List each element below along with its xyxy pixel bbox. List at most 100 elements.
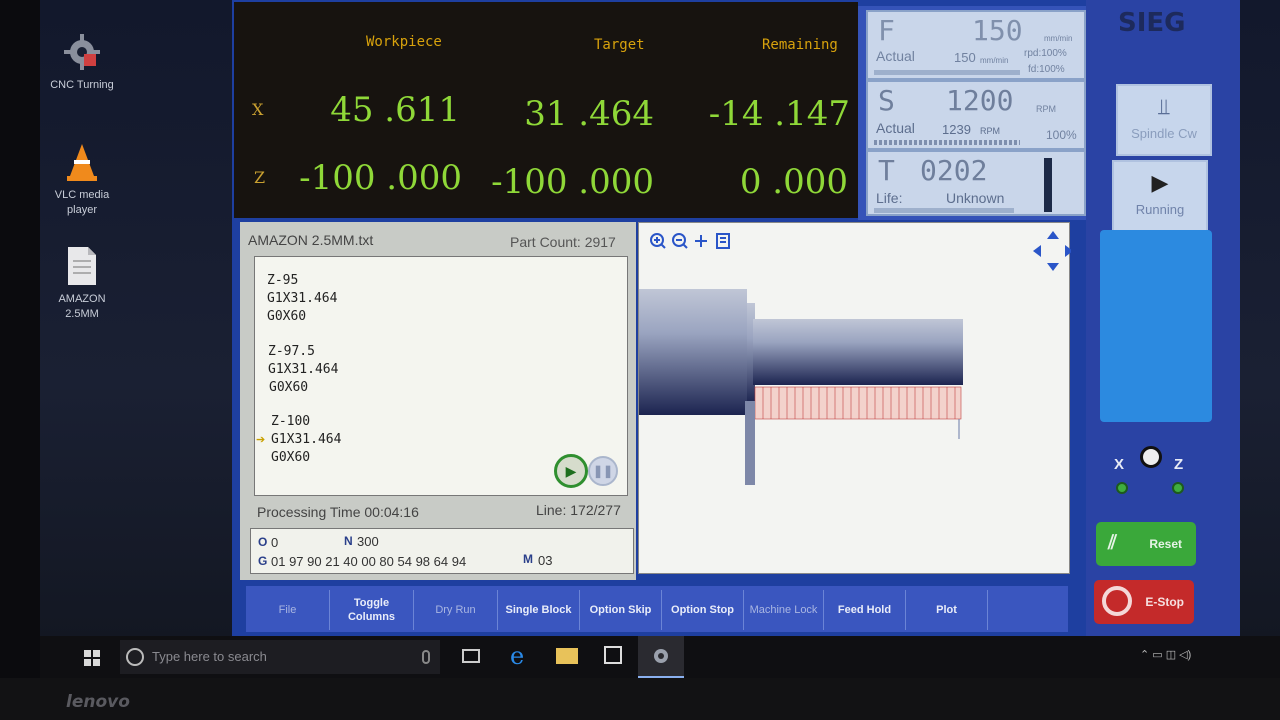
cnc-taskbar-button[interactable] — [638, 636, 684, 678]
search-box[interactable]: Type here to search — [120, 640, 440, 674]
windows-start-icon[interactable] — [84, 650, 100, 666]
spindle-letter: S — [878, 84, 895, 117]
m-label: M — [523, 552, 533, 566]
spindle-icon: ⫫ — [1157, 94, 1171, 119]
search-icon — [126, 648, 144, 666]
pan-icon — [695, 235, 707, 247]
feed-hold-button[interactable]: Feed Hold — [824, 590, 906, 630]
estop-icon — [1102, 586, 1132, 616]
dro-header-remaining: Remaining — [762, 37, 838, 53]
pause-icon: ❚❚ — [592, 464, 614, 478]
feed-box[interactable]: F 150 mm/min Actual 150 mm/min rpd:100% … — [866, 10, 1086, 80]
toggle-columns-button[interactable]: Toggle Columns — [330, 590, 414, 630]
dro-header-target: Target — [594, 37, 645, 53]
n-label: N — [344, 534, 353, 548]
tool-life-label: Life: — [876, 190, 903, 206]
option-skip-button[interactable]: Option Skip — [580, 590, 662, 630]
search-placeholder: Type here to search — [152, 649, 267, 664]
status-area — [1100, 230, 1212, 422]
dry-run-button[interactable]: Dry Run — [414, 590, 498, 630]
option-stop-button[interactable]: Option Stop — [662, 590, 744, 630]
store-icon[interactable] — [604, 646, 622, 664]
gcode-line: G1X31.464 — [267, 291, 338, 306]
dro-x-remaining: -14 .147 — [708, 94, 850, 134]
play-icon: ▶ — [565, 462, 577, 479]
plot-toolbar — [650, 233, 730, 249]
spindle-value: 1200 — [946, 84, 1014, 117]
plot-canvas — [639, 231, 1073, 485]
program-filename: AMAZON 2.5MM.txt — [248, 232, 374, 248]
spindle-box[interactable]: S 1200 RPM Actual 1239 RPM 100% — [866, 80, 1086, 150]
pause-button[interactable]: ❚❚ — [588, 456, 618, 486]
home-icon[interactable] — [1140, 446, 1162, 468]
x-status-led — [1116, 482, 1128, 494]
spindle-bar — [874, 140, 1020, 145]
gear-icon — [60, 30, 104, 74]
estop-button[interactable]: E-Stop — [1094, 580, 1194, 624]
spindle-actual-label: Actual — [876, 120, 915, 136]
tool-indicator — [1044, 158, 1052, 212]
lenovo-logo: lenovo — [66, 692, 130, 712]
right-control-panel: SIEG ⫫ Spindle Cw ▶ Running X Z ⫽ Reset … — [1086, 0, 1240, 636]
tool-box[interactable]: T 0202 Life: Unknown — [866, 150, 1086, 216]
desktop-icon-cnc-turning[interactable]: CNC Turning — [34, 30, 130, 93]
tray-icons[interactable]: ⌃ ▭ ◫ ◁) — [1140, 648, 1191, 661]
zoom-in-icon — [650, 233, 666, 249]
spindle-cw-button[interactable]: ⫫ Spindle Cw — [1116, 84, 1212, 156]
dro-x-workpiece: 45 .611 — [330, 90, 460, 130]
file-explorer-icon[interactable] — [556, 648, 578, 664]
gcode-line: Z-95 — [267, 273, 299, 288]
spindle-override: 100% — [1046, 128, 1077, 142]
traffic-cone-icon — [60, 140, 104, 184]
cut-region — [754, 386, 962, 420]
reset-button[interactable]: ⫽ Reset — [1096, 522, 1196, 566]
feed-actual-value: 150 — [954, 50, 976, 65]
spindle-unit: RPM — [1036, 104, 1056, 114]
list-icon — [716, 233, 730, 249]
chuck-stock — [639, 289, 747, 415]
desktop-icon-label: CNC Turning — [50, 79, 114, 91]
play-icon: ▶ — [1151, 170, 1169, 195]
spindle-actual-value: 1239 — [942, 122, 971, 137]
gcode-line: Z-97.5 — [268, 344, 315, 359]
cycle-start-button[interactable]: ▶ — [554, 454, 588, 488]
estop-label: E-Stop — [1145, 595, 1184, 609]
feed-unit: mm/min — [1044, 34, 1073, 43]
running-label: Running — [1135, 202, 1185, 217]
spindle-actual-unit: RPM — [980, 126, 1000, 136]
machine-lock-button[interactable]: Machine Lock — [744, 590, 824, 630]
running-button[interactable]: ▶ Running — [1112, 160, 1208, 232]
gcode-line: G0X60 — [267, 309, 307, 324]
desktop-icon-label: AMAZON 2.5MM — [58, 293, 106, 320]
file-button[interactable]: File — [246, 590, 330, 630]
desktop-icon-amazon-file[interactable]: AMAZON 2.5MM — [34, 244, 130, 322]
tool-value: 0202 — [920, 154, 988, 187]
gcode-line: G1X31.464 — [268, 362, 339, 377]
task-view-icon[interactable] — [462, 649, 480, 663]
gcode-line: G0X60 — [271, 450, 311, 465]
n-value: 300 — [357, 534, 379, 549]
toolpath-plot[interactable] — [638, 222, 1073, 574]
cutting-tool — [745, 401, 755, 485]
edge-browser-icon[interactable]: e — [510, 642, 524, 670]
line-counter: Line: 172/277 — [536, 502, 621, 518]
z-home-label: Z — [1174, 456, 1184, 473]
zoom-out-icon — [672, 233, 688, 249]
feed-bar — [874, 70, 1020, 75]
document-icon — [60, 244, 104, 288]
turned-diameter — [753, 319, 963, 385]
microphone-icon[interactable] — [422, 650, 430, 664]
o-value: 0 — [271, 535, 279, 550]
plot-button[interactable]: Plot — [906, 590, 988, 630]
feed-actual-label: Actual — [876, 48, 915, 64]
spindle-cw-label: Spindle Cw — [1131, 126, 1197, 141]
main-toolbar: File Toggle Columns Dry Run Single Block… — [246, 586, 1068, 632]
view-arrows-icon — [1033, 231, 1073, 271]
reset-icon: ⫽ — [1108, 532, 1117, 554]
gcode-line: G0X60 — [269, 380, 309, 395]
single-block-button[interactable]: Single Block — [498, 590, 580, 630]
gear-icon — [654, 649, 668, 663]
dro-header-workpiece: Workpiece — [366, 34, 442, 50]
desktop-icon-vlc[interactable]: VLC media player — [34, 140, 130, 218]
dro-z-remaining: 0 .000 — [739, 162, 848, 202]
